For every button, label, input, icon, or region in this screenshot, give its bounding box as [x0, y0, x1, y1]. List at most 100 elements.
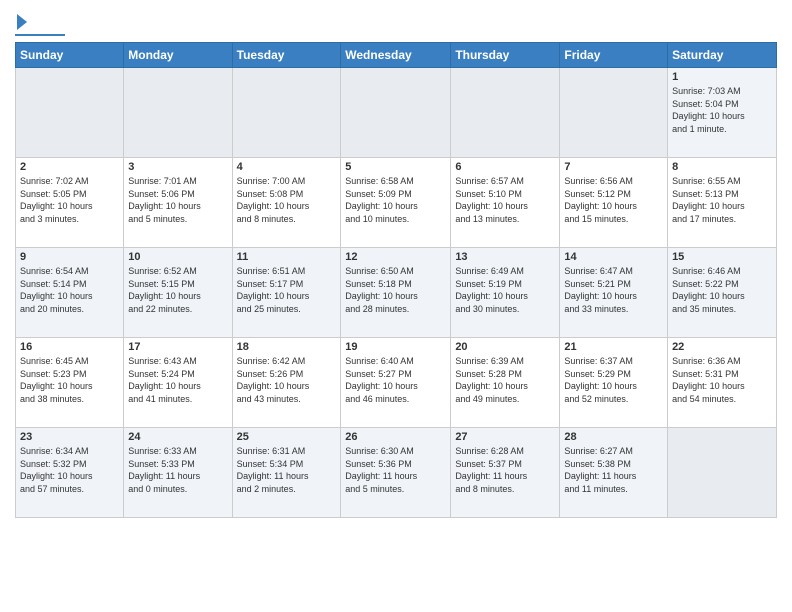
- column-header-saturday: Saturday: [668, 43, 777, 68]
- day-info: Sunrise: 6:36 AM Sunset: 5:31 PM Dayligh…: [672, 355, 772, 405]
- calendar-week-row: 2 Sunrise: 7:02 AM Sunset: 5:05 PM Daylig…: [16, 158, 777, 248]
- calendar-day-cell: [341, 68, 451, 158]
- day-number: 20: [455, 341, 555, 353]
- calendar-day-cell: 2 Sunrise: 7:02 AM Sunset: 5:05 PM Daylig…: [16, 158, 124, 248]
- calendar-day-cell: 4 Sunrise: 7:00 AM Sunset: 5:08 PM Daylig…: [232, 158, 341, 248]
- calendar-day-cell: [16, 68, 124, 158]
- column-header-friday: Friday: [560, 43, 668, 68]
- calendar-week-row: 16 Sunrise: 6:45 AM Sunset: 5:23 PM Dayli…: [16, 338, 777, 428]
- calendar-table: SundayMondayTuesdayWednesdayThursdayFrid…: [15, 42, 777, 518]
- calendar-day-cell: 22 Sunrise: 6:36 AM Sunset: 5:31 PM Dayli…: [668, 338, 777, 428]
- day-info: Sunrise: 6:28 AM Sunset: 5:37 PM Dayligh…: [455, 445, 555, 495]
- calendar-day-cell: 26 Sunrise: 6:30 AM Sunset: 5:36 PM Dayli…: [341, 428, 451, 518]
- calendar-day-cell: [124, 68, 232, 158]
- day-number: 22: [672, 341, 772, 353]
- day-number: 2: [20, 161, 119, 173]
- calendar-day-cell: 17 Sunrise: 6:43 AM Sunset: 5:24 PM Dayli…: [124, 338, 232, 428]
- calendar-day-cell: 14 Sunrise: 6:47 AM Sunset: 5:21 PM Dayli…: [560, 248, 668, 338]
- calendar-day-cell: 23 Sunrise: 6:34 AM Sunset: 5:32 PM Dayli…: [16, 428, 124, 518]
- day-number: 18: [237, 341, 337, 353]
- calendar-day-cell: 3Sunrise: 7:01 AM Sunset: 5:06 PM Daylig…: [124, 158, 232, 248]
- calendar-day-cell: 25 Sunrise: 6:31 AM Sunset: 5:34 PM Dayli…: [232, 428, 341, 518]
- column-header-thursday: Thursday: [451, 43, 560, 68]
- day-number: 12: [345, 251, 446, 263]
- day-number: 17: [128, 341, 227, 353]
- day-number: 24: [128, 431, 227, 443]
- calendar-day-cell: 10 Sunrise: 6:52 AM Sunset: 5:15 PM Dayli…: [124, 248, 232, 338]
- day-number: 6: [455, 161, 555, 173]
- column-header-sunday: Sunday: [16, 43, 124, 68]
- day-number: 16: [20, 341, 119, 353]
- day-info: Sunrise: 6:46 AM Sunset: 5:22 PM Dayligh…: [672, 265, 772, 315]
- day-number: 1: [672, 71, 772, 83]
- day-number: 15: [672, 251, 772, 263]
- day-info: Sunrise: 6:39 AM Sunset: 5:28 PM Dayligh…: [455, 355, 555, 405]
- calendar-header-row: SundayMondayTuesdayWednesdayThursdayFrid…: [16, 43, 777, 68]
- day-info: Sunrise: 6:50 AM Sunset: 5:18 PM Dayligh…: [345, 265, 446, 315]
- day-info: Sunrise: 6:47 AM Sunset: 5:21 PM Dayligh…: [564, 265, 663, 315]
- page-header: [15, 10, 777, 36]
- calendar-day-cell: 12 Sunrise: 6:50 AM Sunset: 5:18 PM Dayli…: [341, 248, 451, 338]
- calendar-day-cell: 21 Sunrise: 6:37 AM Sunset: 5:29 PM Dayli…: [560, 338, 668, 428]
- calendar-day-cell: 8 Sunrise: 6:55 AM Sunset: 5:13 PM Daylig…: [668, 158, 777, 248]
- calendar-day-cell: 28 Sunrise: 6:27 AM Sunset: 5:38 PM Dayli…: [560, 428, 668, 518]
- day-number: 5: [345, 161, 446, 173]
- calendar-day-cell: 9 Sunrise: 6:54 AM Sunset: 5:14 PM Daylig…: [16, 248, 124, 338]
- day-info: Sunrise: 6:45 AM Sunset: 5:23 PM Dayligh…: [20, 355, 119, 405]
- day-info: Sunrise: 6:30 AM Sunset: 5:36 PM Dayligh…: [345, 445, 446, 495]
- calendar-day-cell: 16 Sunrise: 6:45 AM Sunset: 5:23 PM Dayli…: [16, 338, 124, 428]
- calendar-week-row: 9 Sunrise: 6:54 AM Sunset: 5:14 PM Daylig…: [16, 248, 777, 338]
- day-info: Sunrise: 6:55 AM Sunset: 5:13 PM Dayligh…: [672, 175, 772, 225]
- calendar-day-cell: 18Sunrise: 6:42 AM Sunset: 5:26 PM Dayli…: [232, 338, 341, 428]
- calendar-day-cell: 5 Sunrise: 6:58 AM Sunset: 5:09 PM Daylig…: [341, 158, 451, 248]
- calendar-day-cell: 20 Sunrise: 6:39 AM Sunset: 5:28 PM Dayli…: [451, 338, 560, 428]
- day-number: 3: [128, 161, 227, 173]
- day-info: Sunrise: 6:54 AM Sunset: 5:14 PM Dayligh…: [20, 265, 119, 315]
- calendar-day-cell: 13 Sunrise: 6:49 AM Sunset: 5:19 PM Dayli…: [451, 248, 560, 338]
- day-info: Sunrise: 7:02 AM Sunset: 5:05 PM Dayligh…: [20, 175, 119, 225]
- day-info: Sunrise: 6:56 AM Sunset: 5:12 PM Dayligh…: [564, 175, 663, 225]
- day-number: 7: [564, 161, 663, 173]
- calendar-day-cell: [451, 68, 560, 158]
- day-info: Sunrise: 6:37 AM Sunset: 5:29 PM Dayligh…: [564, 355, 663, 405]
- day-info: Sunrise: 6:51 AM Sunset: 5:17 PM Dayligh…: [237, 265, 337, 315]
- day-number: 8: [672, 161, 772, 173]
- day-number: 14: [564, 251, 663, 263]
- day-info: Sunrise: 6:52 AM Sunset: 5:15 PM Dayligh…: [128, 265, 227, 315]
- day-number: 9: [20, 251, 119, 263]
- day-info: Sunrise: 6:27 AM Sunset: 5:38 PM Dayligh…: [564, 445, 663, 495]
- day-number: 13: [455, 251, 555, 263]
- day-info: Sunrise: 7:03 AM Sunset: 5:04 PM Dayligh…: [672, 85, 772, 135]
- column-header-wednesday: Wednesday: [341, 43, 451, 68]
- day-number: 28: [564, 431, 663, 443]
- calendar-day-cell: 11Sunrise: 6:51 AM Sunset: 5:17 PM Dayli…: [232, 248, 341, 338]
- logo-underline: [15, 34, 65, 36]
- day-info: Sunrise: 6:31 AM Sunset: 5:34 PM Dayligh…: [237, 445, 337, 495]
- logo: [15, 10, 65, 36]
- day-info: Sunrise: 7:00 AM Sunset: 5:08 PM Dayligh…: [237, 175, 337, 225]
- calendar-day-cell: 27 Sunrise: 6:28 AM Sunset: 5:37 PM Dayli…: [451, 428, 560, 518]
- calendar-day-cell: 7 Sunrise: 6:56 AM Sunset: 5:12 PM Daylig…: [560, 158, 668, 248]
- day-number: 4: [237, 161, 337, 173]
- day-info: Sunrise: 6:43 AM Sunset: 5:24 PM Dayligh…: [128, 355, 227, 405]
- calendar-day-cell: 24 Sunrise: 6:33 AM Sunset: 5:33 PM Dayli…: [124, 428, 232, 518]
- day-info: Sunrise: 6:58 AM Sunset: 5:09 PM Dayligh…: [345, 175, 446, 225]
- day-info: Sunrise: 6:40 AM Sunset: 5:27 PM Dayligh…: [345, 355, 446, 405]
- calendar-day-cell: [560, 68, 668, 158]
- calendar-week-row: 23 Sunrise: 6:34 AM Sunset: 5:32 PM Dayli…: [16, 428, 777, 518]
- day-info: Sunrise: 6:33 AM Sunset: 5:33 PM Dayligh…: [128, 445, 227, 495]
- day-number: 26: [345, 431, 446, 443]
- day-info: Sunrise: 6:49 AM Sunset: 5:19 PM Dayligh…: [455, 265, 555, 315]
- day-number: 21: [564, 341, 663, 353]
- day-info: Sunrise: 6:34 AM Sunset: 5:32 PM Dayligh…: [20, 445, 119, 495]
- day-number: 10: [128, 251, 227, 263]
- day-info: Sunrise: 6:57 AM Sunset: 5:10 PM Dayligh…: [455, 175, 555, 225]
- day-number: 25: [237, 431, 337, 443]
- day-number: 27: [455, 431, 555, 443]
- calendar-day-cell: 1 Sunrise: 7:03 AM Sunset: 5:04 PM Daylig…: [668, 68, 777, 158]
- day-number: 23: [20, 431, 119, 443]
- calendar-week-row: 1 Sunrise: 7:03 AM Sunset: 5:04 PM Daylig…: [16, 68, 777, 158]
- calendar-day-cell: 6 Sunrise: 6:57 AM Sunset: 5:10 PM Daylig…: [451, 158, 560, 248]
- column-header-monday: Monday: [124, 43, 232, 68]
- calendar-day-cell: [668, 428, 777, 518]
